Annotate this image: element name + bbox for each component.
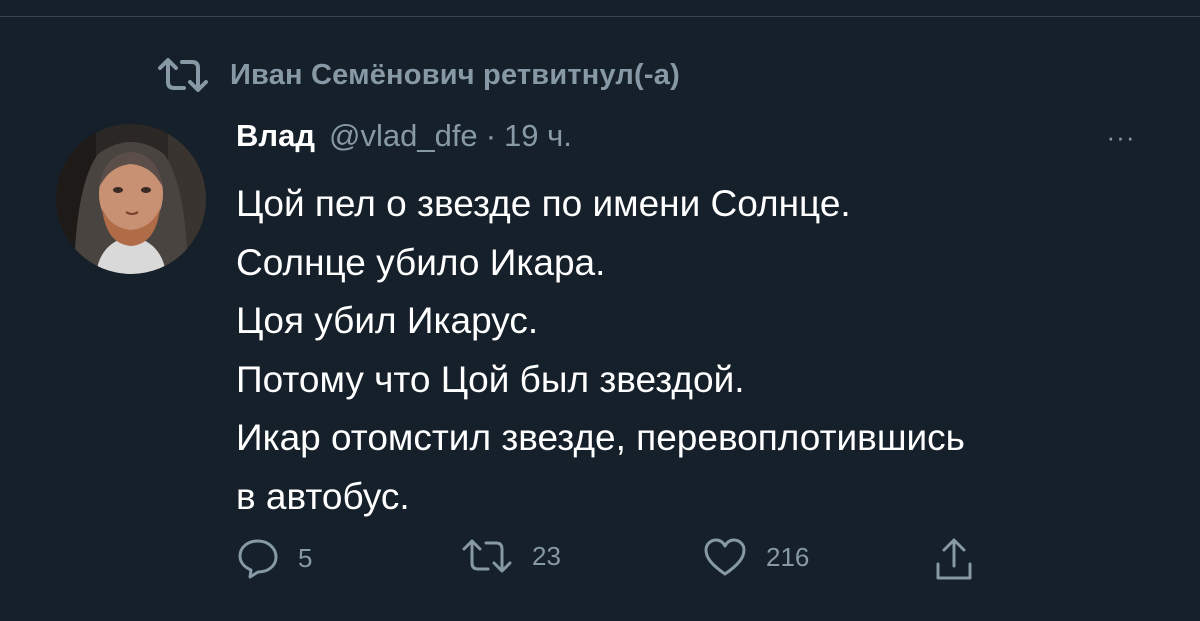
avatar[interactable] bbox=[56, 124, 206, 274]
like-button[interactable]: 216 bbox=[702, 536, 809, 578]
more-horizontal-icon: ··· bbox=[1106, 121, 1136, 152]
tweet-text-line: Потому что Цой был звездой. bbox=[236, 358, 745, 400]
tweet-text-line: в автобус. bbox=[236, 475, 410, 517]
tweet-text-line: Цоя убил Икарус. bbox=[236, 300, 539, 341]
retweet-icon bbox=[156, 56, 210, 94]
reply-button[interactable]: 5 bbox=[236, 536, 312, 580]
tweet-text-line: Икар отомстил звезде, перевоплотившись bbox=[236, 417, 965, 458]
share-button[interactable] bbox=[932, 536, 976, 584]
retweet-button[interactable]: 23 bbox=[460, 536, 561, 576]
top-divider bbox=[0, 16, 1200, 17]
share-icon bbox=[932, 536, 976, 584]
author-handle[interactable]: @vlad_dfe bbox=[329, 118, 478, 154]
like-count: 216 bbox=[766, 541, 810, 572]
tweet-actions: 5 23 216 bbox=[232, 536, 992, 588]
heart-icon bbox=[702, 536, 748, 578]
reply-icon bbox=[236, 536, 280, 580]
retweet-count: 23 bbox=[532, 540, 561, 571]
tweet-header: Влад @vlad_dfe · 19 ч. bbox=[236, 118, 572, 154]
tweet-text-line: Цой пел о звезде по имени Солнце. bbox=[236, 183, 851, 224]
tweet-text: Цой пел о звезде по имени Солнце. Солнце… bbox=[236, 175, 1166, 526]
retweet-context[interactable]: Иван Семёнович ретвитнул(-а) bbox=[156, 56, 680, 94]
tweet-timestamp[interactable]: 19 ч. bbox=[504, 118, 572, 154]
avatar-photo bbox=[56, 124, 206, 274]
author-display-name[interactable]: Влад bbox=[236, 118, 315, 154]
tweet-text-line: Солнце убило Икара. bbox=[236, 241, 606, 283]
reply-count: 5 bbox=[298, 542, 313, 573]
header-separator: · bbox=[485, 118, 497, 153]
retweet-context-text: Иван Семёнович ретвитнул(-а) bbox=[230, 58, 680, 91]
more-options-button[interactable]: ··· bbox=[1098, 120, 1144, 154]
retweet-icon bbox=[460, 536, 514, 576]
